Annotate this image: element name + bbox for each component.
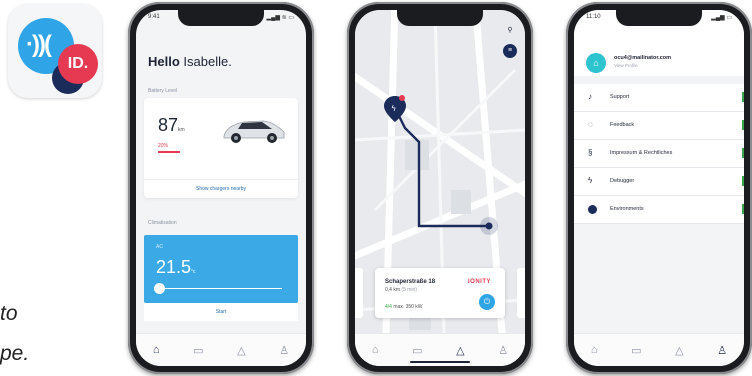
battery-section-label: Battery Level bbox=[148, 88, 178, 94]
user-email: ocu4@mailinator.com bbox=[614, 55, 672, 61]
home-screen: 9:41 ▂▄▆ ≋ ▭ Hello Isabelle. Battery Lev… bbox=[136, 10, 306, 366]
profile-tab-icon[interactable]: ♙ bbox=[279, 344, 289, 357]
menu-item-impressum[interactable]: § Impressum & Rechtliches bbox=[574, 140, 744, 168]
greeting: Hello Isabelle. bbox=[148, 54, 232, 69]
menu-item-label: Debugger bbox=[610, 178, 635, 184]
svg-text:ϟ: ϟ bbox=[391, 104, 396, 113]
charging-station-card[interactable]: Schaperstraße 18 0,4 km (5 min) 4/4 max.… bbox=[375, 268, 505, 318]
layers-menu-icon[interactable]: ≡ bbox=[503, 44, 517, 58]
menu-indicator bbox=[742, 148, 744, 158]
view-profile-label: View Profile bbox=[614, 63, 638, 68]
car-tab-icon[interactable]: ▭ bbox=[412, 344, 422, 357]
home-indicator bbox=[410, 361, 470, 363]
greeting-hello: Hello bbox=[148, 54, 180, 69]
menu-item-debugger[interactable]: ϟ Debugger bbox=[574, 168, 744, 196]
map-tab-icon[interactable]: △ bbox=[456, 344, 464, 357]
car-tab-icon[interactable]: ▭ bbox=[193, 344, 203, 357]
ionity-logo: IONITY bbox=[467, 279, 491, 285]
battery-card: 87km 20% Show chargers nearby bbox=[144, 98, 298, 198]
notch bbox=[178, 10, 264, 26]
home-tab-icon[interactable]: ⌂ bbox=[153, 344, 160, 356]
home-tab-icon[interactable]: ⌂ bbox=[591, 344, 598, 356]
bolt-icon: ϟ bbox=[588, 176, 593, 185]
temperature-slider-knob[interactable] bbox=[154, 283, 165, 294]
environment-dot-icon bbox=[588, 205, 597, 214]
tab-bar: ⌂ ▭ △ ♙ bbox=[136, 333, 306, 366]
notch bbox=[616, 10, 702, 26]
map-tab-icon[interactable]: △ bbox=[675, 344, 683, 357]
range-value: 87km bbox=[158, 115, 185, 135]
menu-item-label: Support bbox=[610, 94, 630, 100]
menu-item-environments[interactable]: Environments bbox=[574, 196, 744, 224]
profile-screen: ⌂ ocu4@mailinator.com View Profile 11:10… bbox=[574, 10, 744, 366]
map-tab-icon[interactable]: △ bbox=[237, 344, 245, 357]
notch bbox=[397, 10, 483, 26]
profile-tab-icon[interactable]: ♙ bbox=[498, 344, 508, 357]
menu-indicator bbox=[742, 120, 744, 130]
app-icon-badge: ID. bbox=[67, 55, 89, 72]
support-icon: ♪ bbox=[588, 92, 592, 101]
car-icon: ⌂ bbox=[593, 58, 599, 68]
menu-indicator bbox=[742, 92, 744, 102]
feedback-icon: ◌ bbox=[588, 120, 593, 129]
temperature-slider-track[interactable] bbox=[160, 288, 282, 289]
legal-icon: § bbox=[588, 148, 593, 157]
search-icon[interactable]: ⚲ bbox=[503, 24, 517, 38]
phone-profile: ⌂ ocu4@mailinator.com View Profile 11:10… bbox=[566, 2, 752, 374]
app-icon-red-circle: ID. bbox=[58, 44, 98, 84]
status-icons: ▂▄▆ ≋ ▭ bbox=[266, 15, 294, 21]
caption-fragment-1: to bbox=[0, 302, 18, 325]
phone-home: 9:41 ▂▄▆ ≋ ▭ Hello Isabelle. Battery Lev… bbox=[128, 2, 314, 374]
climate-card: AC 21.5°c bbox=[144, 235, 298, 303]
prev-station-card[interactable] bbox=[355, 268, 363, 318]
status-time: 9:41 bbox=[148, 14, 160, 20]
climate-section-label: Climatisation bbox=[148, 220, 177, 226]
app-icon[interactable]: ID. ·))( bbox=[8, 4, 102, 98]
caption-fragment-2: pe. bbox=[0, 342, 30, 365]
greeting-name: Isabelle. bbox=[183, 54, 232, 69]
home-tab-icon[interactable]: ⌂ bbox=[372, 344, 379, 356]
menu-indicator bbox=[742, 204, 744, 214]
menu-item-feedback[interactable]: ◌ Feedback bbox=[574, 112, 744, 140]
station-power: 4/4 max. 350 kW bbox=[385, 304, 423, 310]
station-distance: 0,4 km (5 min) bbox=[385, 287, 417, 293]
temperature-value: 21.5°c bbox=[156, 257, 196, 277]
station-name: Schaperstraße 18 bbox=[385, 279, 436, 285]
climate-mode: AC bbox=[156, 244, 163, 250]
show-chargers-link[interactable]: Show chargers nearby bbox=[144, 179, 298, 198]
map-screen: ϟ ⚲ ≡ Schaperstraße 18 0,4 km (5 min) 4/… bbox=[355, 10, 525, 366]
battery-bar bbox=[158, 151, 180, 153]
battery-percent: 20% bbox=[158, 143, 169, 149]
avatar: ⌂ bbox=[586, 53, 606, 73]
car-tab-icon[interactable]: ▭ bbox=[631, 344, 641, 357]
menu-indicator bbox=[742, 176, 744, 186]
menu-item-label: Environments bbox=[610, 206, 644, 212]
profile-tab-icon[interactable]: ♙ bbox=[717, 344, 727, 357]
status-icons: ▂▄▆ ▭ bbox=[711, 15, 732, 21]
status-time: 11:10 bbox=[586, 14, 601, 20]
signal-waves-icon: ·))( bbox=[26, 31, 52, 58]
tab-bar: ⌂ ▭ △ ♙ bbox=[574, 333, 744, 366]
next-station-card[interactable] bbox=[517, 268, 525, 318]
menu-item-label: Impressum & Rechtliches bbox=[610, 150, 673, 156]
car-image bbox=[223, 120, 285, 143]
menu-item-support[interactable]: ♪ Support bbox=[574, 84, 744, 112]
phone-map: ϟ ⚲ ≡ Schaperstraße 18 0,4 km (5 min) 4/… bbox=[347, 2, 533, 374]
menu-item-label: Feedback bbox=[610, 122, 635, 128]
navigate-icon[interactable]: ⏻ bbox=[479, 294, 495, 310]
settings-menu: ♪ Support ◌ Feedback § Impressum & Recht… bbox=[574, 84, 744, 224]
start-climate-button[interactable]: Start bbox=[144, 303, 298, 321]
